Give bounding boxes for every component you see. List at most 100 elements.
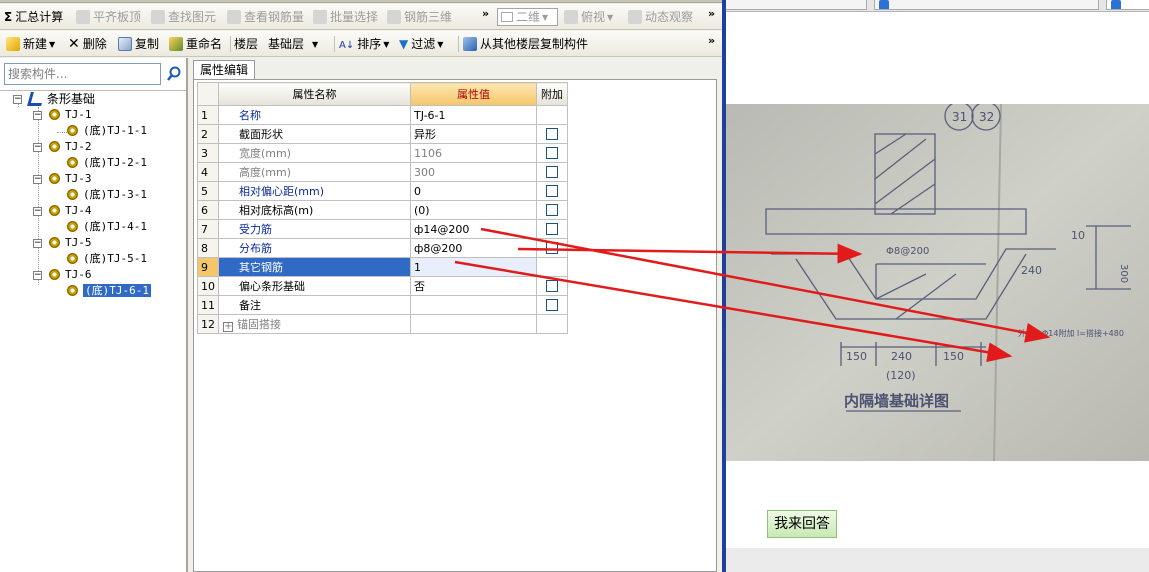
extra-checkbox[interactable] [546, 127, 558, 140]
browser-tab-active[interactable] [1106, 0, 1149, 10]
row-number: 12 [197, 314, 219, 334]
property-value[interactable]: 0 [410, 181, 537, 201]
property-row[interactable]: 4 高度(mm) 300 [197, 162, 568, 182]
toolbar-overflow-button[interactable]: » [482, 7, 489, 20]
collapse-toggle[interactable]: − [33, 207, 42, 216]
property-row[interactable]: 6 相对底标高(m) (0) [197, 200, 568, 220]
tree-item-tj2-1[interactable]: (底)TJ-2-1 [67, 155, 147, 171]
extra-checkbox[interactable] [546, 279, 558, 292]
tree-group-tj4[interactable]: TJ-4 [49, 203, 92, 219]
property-value[interactable] [410, 314, 537, 334]
property-value[interactable]: 300 [410, 162, 537, 182]
align-slab-top-button[interactable]: 平齐板顶 [76, 8, 141, 26]
property-value[interactable] [410, 295, 537, 315]
view-rebar-qty-button[interactable]: 查看钢筋量 [227, 8, 304, 26]
dynamic-view-button[interactable]: 动态观察 [628, 8, 693, 26]
tree-item-tj3-1[interactable]: (底)TJ-3-1 [67, 187, 147, 203]
property-name: 相对偏心距(mm) [218, 181, 411, 201]
collapse-toggle[interactable]: − [33, 271, 42, 280]
property-value[interactable]: ф8@200 [410, 238, 537, 258]
toolbar-separator [334, 36, 335, 52]
new-button[interactable]: 新建 ▼ [6, 35, 55, 53]
property-row[interactable]: 12 + 锚固搭接 [197, 314, 568, 334]
collapse-toggle[interactable]: − [33, 111, 42, 120]
batch-select-button[interactable]: 批量选择 [313, 8, 378, 26]
property-value[interactable]: ф14@200 [410, 219, 537, 239]
delete-button[interactable]: ✕ 删除 [68, 35, 107, 53]
property-panel: 属性编辑 属性名称 属性值 附加 1 名称 TJ-6-1 2 截面形状 异形 3 宽度(mm)… [190, 58, 722, 572]
extra-column-header[interactable]: 附加 [536, 82, 568, 106]
tree-group-tj2[interactable]: TJ-2 [49, 139, 92, 155]
property-row[interactable]: 7 受力筋 ф14@200 [197, 219, 568, 239]
gear-icon [67, 157, 78, 168]
tree-group-tj6[interactable]: TJ-6 [49, 267, 92, 283]
collapse-toggle[interactable]: − [33, 143, 42, 152]
filter-button[interactable]: ▼ 过滤 ▼ [399, 35, 443, 53]
browser-tab[interactable] [874, 0, 1099, 10]
property-value[interactable]: TJ-6-1 [410, 105, 537, 125]
property-row[interactable]: 2 截面形状 异形 [197, 124, 568, 144]
tree-item-tj4-1[interactable]: (底)TJ-4-1 [67, 219, 147, 235]
toolbar-overflow-button-2[interactable]: » [708, 7, 715, 20]
sort-button[interactable]: A↓ 排序 ▼ [339, 35, 389, 53]
extra-checkbox[interactable] [546, 241, 558, 254]
property-value[interactable]: 1 [410, 257, 537, 277]
property-value[interactable]: 否 [410, 276, 537, 296]
extra-cell [536, 257, 568, 277]
collapse-toggle[interactable]: − [13, 95, 22, 104]
tree-group-tj5[interactable]: TJ-5 [49, 235, 92, 251]
property-row[interactable]: 10 偏心条形基础否 [197, 276, 568, 296]
extra-checkbox[interactable] [546, 222, 558, 235]
tree-group-tj3[interactable]: TJ-3 [49, 171, 92, 187]
rebar-3d-button[interactable]: 钢筋三维 [387, 8, 452, 26]
property-value[interactable]: 1106 [410, 143, 537, 163]
find-element-button[interactable]: 查找图元 [151, 8, 216, 26]
floor-select[interactable]: 基础层 ▼ [264, 35, 330, 53]
component-tree: − 条形基础 − TJ-1 (底)TJ-1-1 − TJ-2 (底)TJ-2-1… [0, 90, 186, 572]
property-value[interactable]: 异形 [410, 124, 537, 144]
property-row[interactable]: 11 备注 [197, 295, 568, 315]
detail-caption: 内隔墙基础详图 [844, 392, 949, 410]
browser-tab[interactable] [726, 0, 867, 10]
rebar-label: Φ8@200 [886, 246, 929, 257]
collapse-toggle[interactable]: − [33, 175, 42, 184]
sum-calc-button[interactable]: Σ 汇总计算 [4, 8, 63, 26]
extra-checkbox[interactable] [546, 146, 558, 159]
tab-property-edit[interactable]: 属性编辑 [193, 60, 256, 79]
chevron-down-icon: ▼ [542, 13, 549, 22]
property-row[interactable]: 3 宽度(mm) 1106 [197, 143, 568, 163]
collapse-toggle[interactable]: − [33, 239, 42, 248]
expand-icon[interactable]: + [223, 322, 233, 332]
property-row[interactable]: 9 其它钢筋 1 [197, 257, 568, 277]
name-column-header[interactable]: 属性名称 [218, 82, 411, 106]
tree-item-tj6-1[interactable]: (底)TJ-6-1 [67, 283, 151, 299]
value-column-header[interactable]: 属性值 [410, 82, 537, 106]
rename-button[interactable]: 重命名 [169, 35, 222, 53]
row-number: 1 [197, 105, 219, 125]
tree-root[interactable]: 条形基础 [27, 91, 95, 107]
search-button[interactable] [164, 63, 186, 85]
tree-group-tj1[interactable]: TJ-1 [49, 107, 92, 123]
extra-checkbox[interactable] [546, 298, 558, 311]
property-row[interactable]: 8 分布筋 ф8@200 [197, 238, 568, 258]
property-row[interactable]: 5 相对偏心距(mm) 0 [197, 181, 568, 201]
copy-from-floor-button[interactable]: 从其他楼层复制构件 [463, 35, 588, 53]
delete-x-icon: ✕ [68, 36, 80, 52]
top-view-button[interactable]: 俯视 ▼ [564, 8, 613, 26]
tree-item-tj5-1[interactable]: (底)TJ-5-1 [67, 251, 147, 267]
search-input[interactable]: 搜索构件... [4, 63, 161, 85]
extra-checkbox[interactable] [546, 165, 558, 178]
copy-button[interactable]: 复制 [118, 35, 159, 53]
property-row[interactable]: 1 名称 TJ-6-1 [197, 105, 568, 125]
toolbar2-overflow-button[interactable]: » [708, 34, 715, 47]
property-value[interactable]: (0) [410, 200, 537, 220]
page-footer-band [726, 548, 1149, 572]
gear-icon [67, 285, 78, 296]
answer-button[interactable]: 我来回答 [767, 510, 837, 538]
tree-item-tj1-1[interactable]: (底)TJ-1-1 [67, 123, 147, 139]
view-mode-select[interactable]: 二维 ▼ [497, 8, 558, 26]
row-num-header [197, 82, 219, 106]
extra-checkbox[interactable] [546, 203, 558, 216]
row-number: 3 [197, 143, 219, 163]
extra-checkbox[interactable] [546, 184, 558, 197]
